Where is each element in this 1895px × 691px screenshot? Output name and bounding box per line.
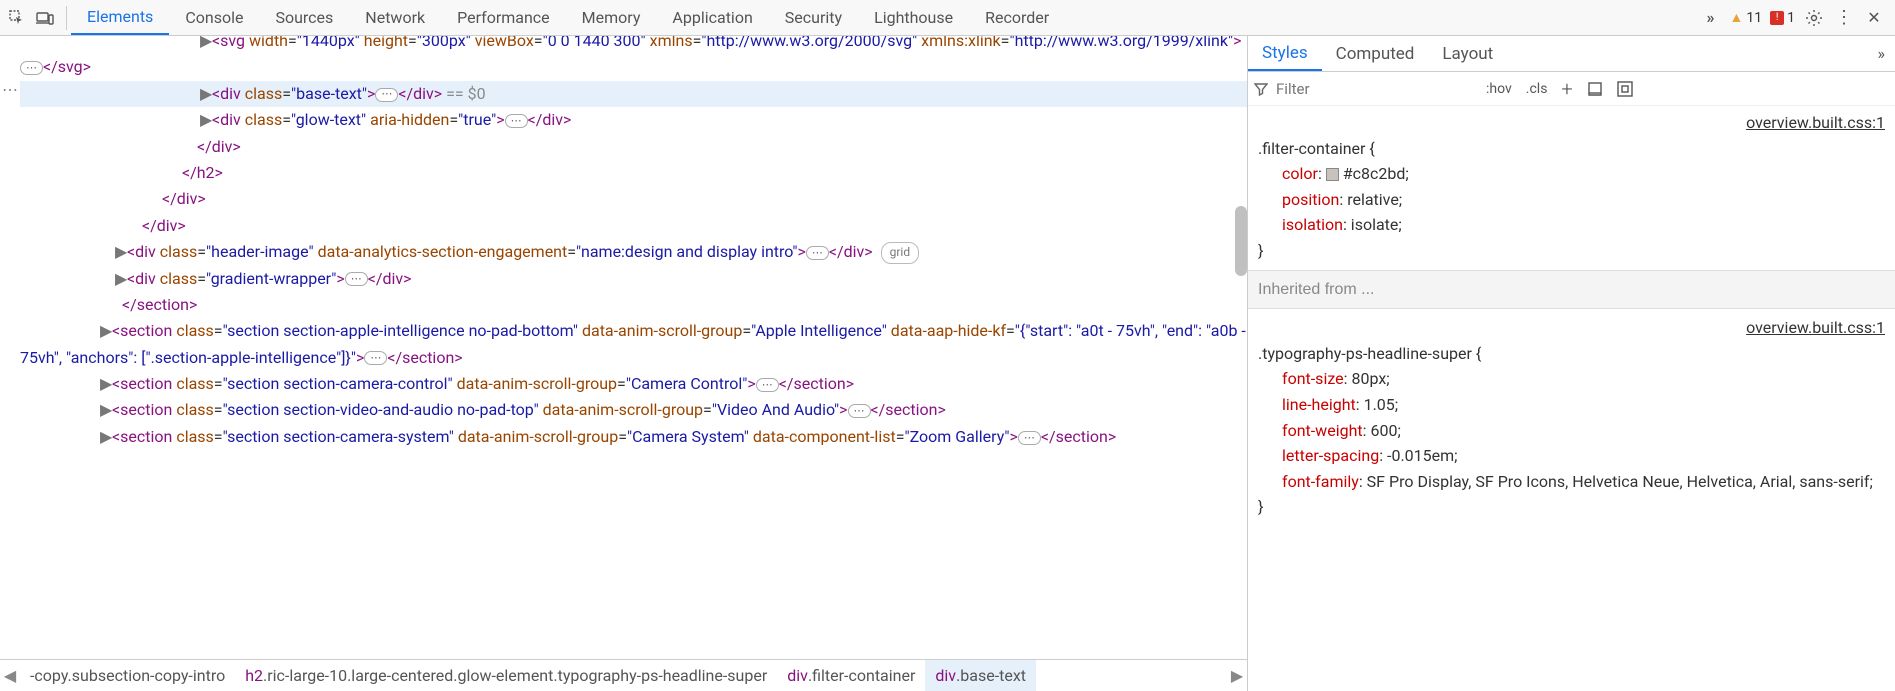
box-model-icon[interactable] xyxy=(1612,78,1638,100)
dom-line[interactable]: ▶<div class="base-text">⋯</div> == $0 xyxy=(20,81,1247,107)
dom-line[interactable]: ▶<section class="section section-camera-… xyxy=(20,371,1247,397)
elements-panel: ⋯ ▶<svg width="1440px" height="300px" vi… xyxy=(0,36,1248,691)
expand-arrow-icon[interactable]: ▶ xyxy=(100,371,112,397)
dom-line[interactable]: </div> xyxy=(20,186,1247,212)
dom-line[interactable]: </div> xyxy=(20,134,1247,160)
cls-toggle[interactable]: .cls xyxy=(1521,78,1553,100)
styles-tab-styles[interactable]: Styles xyxy=(1248,36,1322,71)
tab-network[interactable]: Network xyxy=(349,0,441,35)
dom-line[interactable]: </h2> xyxy=(20,160,1247,186)
tab-elements[interactable]: Elements xyxy=(71,0,169,35)
tab-lighthouse[interactable]: Lighthouse xyxy=(858,0,969,35)
inspect-icon[interactable] xyxy=(6,7,28,29)
styles-more-icon[interactable]: » xyxy=(1868,44,1895,63)
tab-sources[interactable]: Sources xyxy=(259,0,349,35)
breadcrumb-item[interactable]: div.base-text xyxy=(925,660,1036,691)
tab-memory[interactable]: Memory xyxy=(566,0,657,35)
new-rule-icon[interactable]: + xyxy=(1556,74,1577,104)
expand-arrow-icon[interactable]: ▶ xyxy=(200,81,212,107)
source-link[interactable]: overview.built.css:1 xyxy=(1258,315,1885,341)
expand-arrow-icon[interactable]: ▶ xyxy=(200,107,212,133)
expand-arrow-icon[interactable]: ▶ xyxy=(115,266,127,292)
devtools-toolbar: ElementsConsoleSourcesNetworkPerformance… xyxy=(0,0,1895,36)
panel-tabs: ElementsConsoleSourcesNetworkPerformance… xyxy=(71,0,1700,35)
styles-tab-computed[interactable]: Computed xyxy=(1322,36,1429,71)
dom-line[interactable]: ▶<div class="gradient-wrapper">⋯</div> xyxy=(20,266,1247,292)
expand-arrow-icon[interactable]: ▶ xyxy=(115,239,127,265)
expand-arrow-icon[interactable]: ▶ xyxy=(100,397,112,423)
filter-icon xyxy=(1254,82,1268,96)
dom-line[interactable]: </div> xyxy=(20,213,1247,239)
warnings-count[interactable]: ▲11 xyxy=(1730,9,1763,26)
dom-line[interactable]: ▶<svg width="1440px" height="300px" view… xyxy=(20,36,1247,81)
styles-tabs: StylesComputedLayout » xyxy=(1248,36,1895,72)
computed-toggle-icon[interactable] xyxy=(1582,78,1608,100)
gutter-dots-icon[interactable]: ⋯ xyxy=(2,80,18,99)
tab-security[interactable]: Security xyxy=(769,0,858,35)
settings-icon[interactable] xyxy=(1803,7,1825,29)
inherited-from: Inherited from ... xyxy=(1248,270,1895,310)
hov-toggle[interactable]: :hov xyxy=(1481,78,1517,100)
dom-line[interactable]: ▶<section class="section section-camera-… xyxy=(20,424,1247,450)
styles-toolbar: :hov .cls + xyxy=(1248,72,1895,106)
breadcrumb: ◀ -copy.subsection-copy-introh2.ric-larg… xyxy=(0,659,1247,691)
scrollbar[interactable] xyxy=(1235,36,1247,691)
breadcrumb-item[interactable]: h2.ric-large-10.large-centered.glow-elem… xyxy=(235,660,777,691)
close-devtools-icon[interactable]: ✕ xyxy=(1863,7,1885,29)
breadcrumb-item[interactable]: -copy.subsection-copy-intro xyxy=(20,660,235,691)
breadcrumb-item[interactable]: div.filter-container xyxy=(777,660,925,691)
tab-console[interactable]: Console xyxy=(169,0,259,35)
expand-arrow-icon[interactable]: ▶ xyxy=(100,424,112,450)
crumb-left-icon[interactable]: ◀ xyxy=(0,666,20,685)
dom-line[interactable]: ▶<div class="glow-text" aria-hidden="tru… xyxy=(20,107,1247,133)
device-toggle-icon[interactable] xyxy=(34,7,56,29)
styles-rules[interactable]: overview.built.css:1.filter-container {c… xyxy=(1248,106,1895,691)
dom-line[interactable]: </section> xyxy=(20,292,1247,318)
dom-line[interactable]: ▶<section class="section section-video-a… xyxy=(20,397,1247,423)
source-link[interactable]: overview.built.css:1 xyxy=(1258,110,1885,136)
more-tabs-icon[interactable]: » xyxy=(1700,7,1722,29)
kebab-menu-icon[interactable]: ⋮ xyxy=(1833,7,1855,29)
dom-line[interactable]: ▶<section class="section section-apple-i… xyxy=(20,318,1247,371)
errors-count[interactable]: !1 xyxy=(1770,10,1795,26)
expand-arrow-icon[interactable]: ▶ xyxy=(200,36,212,54)
dom-line[interactable]: ▶<div class="header-image" data-analytic… xyxy=(20,239,1247,265)
styles-filter-input[interactable] xyxy=(1274,78,1477,100)
expand-arrow-icon[interactable]: ▶ xyxy=(100,318,112,344)
styles-tab-layout[interactable]: Layout xyxy=(1428,36,1507,71)
tab-recorder[interactable]: Recorder xyxy=(969,0,1065,35)
dom-tree[interactable]: ▶<svg width="1440px" height="300px" view… xyxy=(0,36,1247,659)
tab-application[interactable]: Application xyxy=(656,0,768,35)
styles-panel: StylesComputedLayout » :hov .cls + overvi… xyxy=(1248,36,1895,691)
tab-performance[interactable]: Performance xyxy=(441,0,566,35)
